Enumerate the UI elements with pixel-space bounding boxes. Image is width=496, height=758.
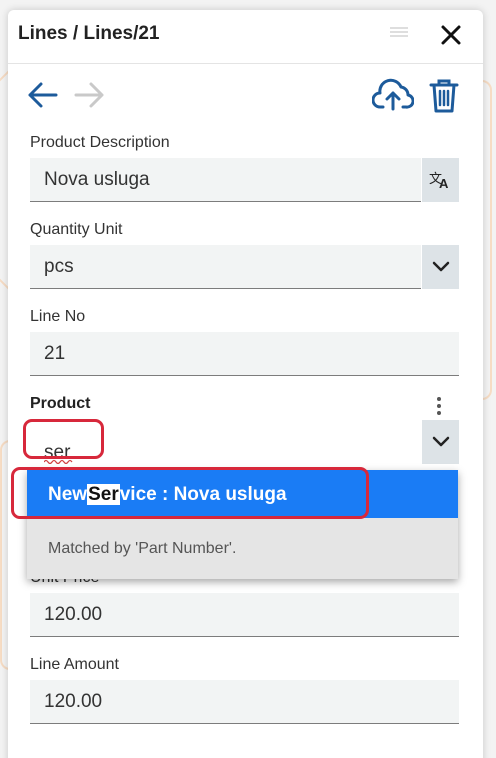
arrow-right-icon[interactable] bbox=[72, 80, 106, 110]
line-no-label: Line No bbox=[30, 308, 86, 325]
product-description-label: Product Description bbox=[30, 134, 170, 151]
trash-icon[interactable] bbox=[428, 78, 460, 114]
quantity-unit-select[interactable]: pcs bbox=[30, 245, 421, 289]
autocomplete-match-hint: Matched by 'Part Number'. bbox=[27, 518, 458, 579]
kebab-icon[interactable] bbox=[434, 395, 444, 417]
line-detail-panel: Lines / Lines/21 Product Description Nov… bbox=[8, 10, 483, 758]
quantity-unit-dropdown-button[interactable] bbox=[422, 245, 459, 289]
translate-icon: 文 A bbox=[429, 172, 449, 190]
product-dropdown-button[interactable] bbox=[422, 420, 459, 464]
close-icon[interactable] bbox=[436, 20, 466, 50]
chevron-down-icon bbox=[432, 261, 449, 272]
input-highlight-annotation bbox=[23, 419, 104, 459]
product-description-field[interactable]: Nova usluga bbox=[30, 158, 421, 202]
unit-price-field[interactable]: 120.00 bbox=[30, 593, 459, 637]
title-bar: Lines / Lines/21 bbox=[8, 10, 483, 60]
quantity-unit-label: Quantity Unit bbox=[30, 221, 123, 238]
line-amount-label: Line Amount bbox=[30, 656, 119, 673]
arrow-left-icon[interactable] bbox=[26, 80, 60, 110]
product-label: Product bbox=[30, 395, 91, 412]
line-no-field[interactable]: 21 bbox=[30, 332, 459, 376]
line-amount-field[interactable]: 120.00 bbox=[30, 680, 459, 724]
translate-button[interactable]: 文 A bbox=[422, 158, 459, 202]
cloud-upload-icon[interactable] bbox=[372, 78, 414, 112]
title-divider bbox=[8, 63, 483, 64]
hamburger-icon[interactable] bbox=[388, 24, 410, 40]
option-highlight-annotation bbox=[11, 467, 369, 519]
spellcheck-underline bbox=[44, 459, 73, 464]
page-title: Lines / Lines/21 bbox=[18, 23, 160, 44]
svg-text:A: A bbox=[439, 176, 449, 190]
chevron-down-icon bbox=[432, 436, 449, 447]
